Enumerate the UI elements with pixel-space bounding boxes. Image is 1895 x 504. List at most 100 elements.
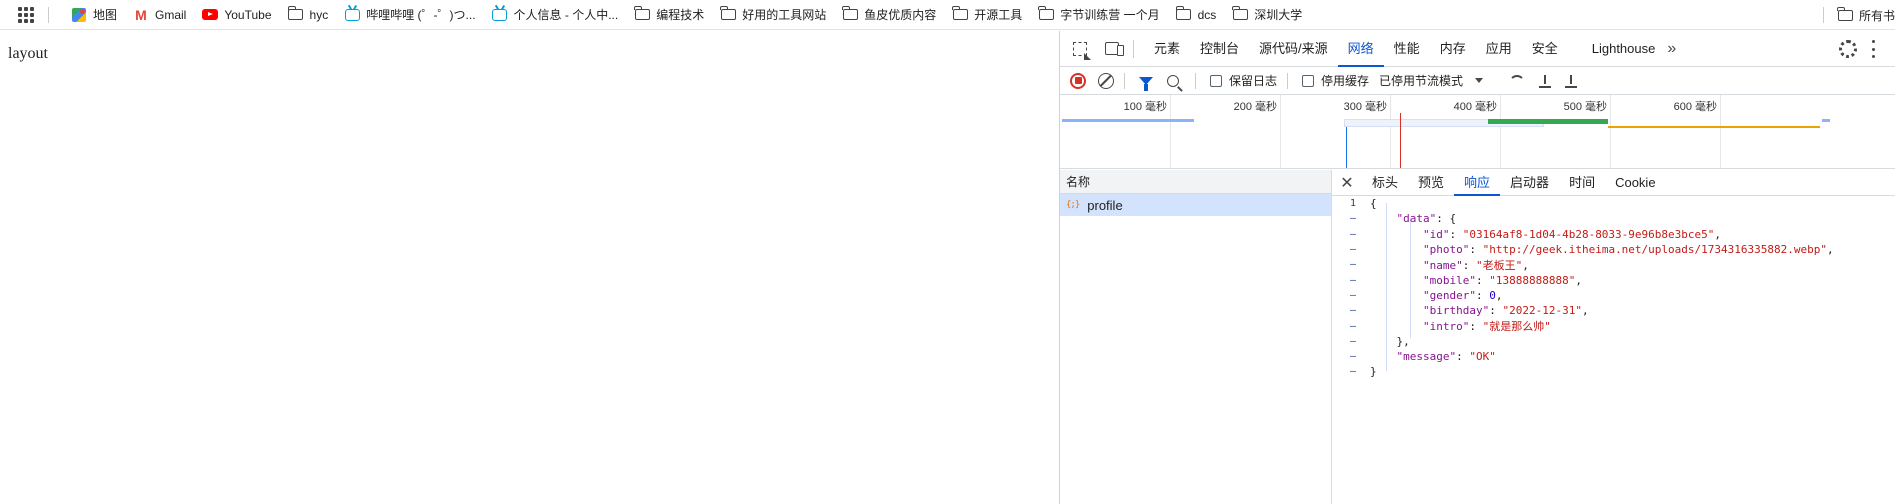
bookmark-label: 字节训练营 一个月 xyxy=(1060,8,1160,22)
code-line: – "id": "03164af8-1d04-4b28-8033-9e96b8e… xyxy=(1332,227,1895,242)
line-gutter: – xyxy=(1349,274,1356,286)
line-gutter: – xyxy=(1349,213,1356,225)
bookmark-item[interactable]: 地图 xyxy=(63,3,125,27)
line-gutter: – xyxy=(1349,289,1356,301)
fetch-xhr-icon: {;} xyxy=(1066,200,1080,210)
folder-icon xyxy=(1038,6,1054,22)
timeline-bar xyxy=(1488,119,1608,124)
bookmark-item[interactable]: hyc xyxy=(280,3,337,27)
name-column-header[interactable]: 名称 xyxy=(1060,170,1331,194)
devtools-tab[interactable]: 安全 xyxy=(1522,31,1568,67)
folder-icon xyxy=(287,6,304,22)
folder-icon xyxy=(1175,6,1192,22)
bookmark-label: 编程技术 xyxy=(656,8,705,22)
chevron-down-icon xyxy=(1475,78,1484,83)
maps-icon xyxy=(71,7,87,22)
detail-tab[interactable]: 标头 xyxy=(1362,170,1408,196)
detail-tab[interactable]: 时间 xyxy=(1559,170,1605,196)
bookmark-item[interactable]: 开源工具 xyxy=(944,3,1030,27)
detail-tab[interactable]: Cookie xyxy=(1605,170,1665,196)
line-gutter: – xyxy=(1349,320,1356,332)
bookmark-label: 鱼皮优质内容 xyxy=(864,8,937,22)
devtools-tab[interactable]: 元素 xyxy=(1144,31,1190,67)
detail-tab[interactable]: 预览 xyxy=(1408,170,1454,196)
timeline-tick xyxy=(1280,95,1281,168)
network-conditions-icon[interactable] xyxy=(1509,74,1526,87)
line-gutter: – xyxy=(1349,305,1356,317)
devtools-panel: 元素 控制台 源代码/来源 网络 性能 内存 应用 安全 Lighthouse » 保留日志 停… xyxy=(1059,31,1895,504)
bookmark-item[interactable]: M Gmail xyxy=(125,3,194,27)
devtools-tab-list: 元素 控制台 源代码/来源 网络 性能 内存 应用 安全 Lighthouse xyxy=(1144,31,1665,67)
bookmark-item[interactable]: 个人信息 - 个人中... xyxy=(484,3,627,27)
import-har-icon[interactable] xyxy=(1539,74,1552,88)
line-gutter: 1 xyxy=(1349,198,1356,210)
timeline-tick-label: 100 毫秒 xyxy=(1123,101,1167,113)
bookmarks-separator xyxy=(48,6,49,23)
apps-grid-icon[interactable] xyxy=(18,6,34,23)
bookmark-item[interactable]: 哔哩哔哩 (゜-゜)つ... xyxy=(336,3,483,27)
export-har-icon[interactable] xyxy=(1565,74,1578,88)
filter-icon[interactable] xyxy=(1139,76,1153,91)
timeline-tick xyxy=(1170,95,1171,168)
timeline-bar xyxy=(1608,126,1820,128)
bookmark-label: Gmail xyxy=(155,7,187,22)
bookmark-item[interactable]: 好用的工具网站 xyxy=(712,3,834,27)
response-viewer[interactable]: 1{– "data": {– "id": "03164af8-1d04-4b28… xyxy=(1332,196,1895,380)
page-text: layout xyxy=(8,45,48,62)
detail-tabbar: ✕ 标头 预览 响应 启动器 时间 Cookie xyxy=(1332,170,1895,196)
timeline-tick-label: 600 毫秒 xyxy=(1673,101,1717,113)
settings-gear-icon[interactable] xyxy=(1839,40,1857,58)
stop-recording-button[interactable] xyxy=(1070,72,1086,89)
folder-icon xyxy=(842,6,858,22)
devtools-tab[interactable]: 控制台 xyxy=(1190,31,1249,67)
devtools-tab[interactable]: Lighthouse xyxy=(1582,31,1666,67)
devtools-tab[interactable]: 应用 xyxy=(1476,31,1522,67)
folder-icon xyxy=(1232,6,1248,22)
detail-tab[interactable]: 启动器 xyxy=(1500,170,1559,196)
bookmark-item[interactable]: YouTube xyxy=(194,3,279,27)
inspect-icon xyxy=(1073,41,1087,56)
code-line: – "intro": "就是那么帅" xyxy=(1332,318,1895,333)
code-line: – "data": { xyxy=(1332,211,1895,226)
bookmark-item[interactable]: 编程技术 xyxy=(626,3,712,27)
code-line: – "message": "OK" xyxy=(1332,349,1895,364)
bookmark-label: 开源工具 xyxy=(974,8,1023,22)
search-icon[interactable] xyxy=(1167,74,1179,87)
disable-cache-checkbox[interactable]: 停用缓存 xyxy=(1302,72,1369,89)
page-viewport: layout xyxy=(0,31,1059,504)
all-bookmarks[interactable]: 所有书 xyxy=(1822,3,1895,27)
devtools-tab[interactable]: 网络 xyxy=(1337,31,1384,67)
request-row[interactable]: {;} profile xyxy=(1060,194,1331,216)
inspect-element-button[interactable] xyxy=(1071,40,1089,58)
bookmark-item[interactable]: 深圳大学 xyxy=(1224,3,1310,27)
device-toolbar-button[interactable] xyxy=(1103,40,1124,58)
more-options-icon[interactable] xyxy=(1871,40,1875,58)
bilibili-icon xyxy=(492,8,508,22)
devtools-tab[interactable]: 性能 xyxy=(1384,31,1430,67)
clear-icon[interactable] xyxy=(1098,72,1114,89)
bookmark-label: 地图 xyxy=(93,8,118,22)
bookmark-item[interactable]: dcs xyxy=(1168,3,1225,27)
more-tabs-icon[interactable]: » xyxy=(1667,40,1676,58)
bookmark-label: 个人信息 - 个人中... xyxy=(513,8,619,22)
network-overview-timeline[interactable]: 100 毫秒 200 毫秒 300 毫秒 400 毫秒 500 毫秒 600 毫秒 xyxy=(1060,95,1895,169)
bookmark-label: 好用的工具网站 xyxy=(742,8,827,22)
timeline-tick-label: 400 毫秒 xyxy=(1453,101,1497,113)
line-gutter: – xyxy=(1349,366,1356,378)
bookmark-item[interactable]: 字节训练营 一个月 xyxy=(1030,3,1167,27)
bookmark-item[interactable]: 鱼皮优质内容 xyxy=(834,3,944,27)
detail-tab[interactable]: 响应 xyxy=(1454,170,1501,196)
code-line: – "gender": 0, xyxy=(1332,288,1895,303)
line-gutter: – xyxy=(1349,335,1356,347)
devtools-tab[interactable]: 内存 xyxy=(1430,31,1476,67)
code-line: – "photo": "http://geek.itheima.net/uplo… xyxy=(1332,242,1895,257)
bookmark-label: 深圳大学 xyxy=(1254,8,1303,22)
devtools-tab[interactable]: 源代码/来源 xyxy=(1249,31,1338,67)
close-icon[interactable]: ✕ xyxy=(1332,173,1362,193)
throttling-select[interactable]: 已停用节流模式 xyxy=(1379,72,1484,89)
request-detail: ✕ 标头 预览 响应 启动器 时间 Cookie 1{– "data": {– "id":… xyxy=(1332,170,1895,504)
all-bookmarks-label: 所有书 xyxy=(1858,8,1895,23)
line-gutter: – xyxy=(1349,244,1356,256)
preserve-log-checkbox[interactable]: 保留日志 xyxy=(1210,72,1277,89)
bookmark-label: YouTube xyxy=(224,7,272,22)
